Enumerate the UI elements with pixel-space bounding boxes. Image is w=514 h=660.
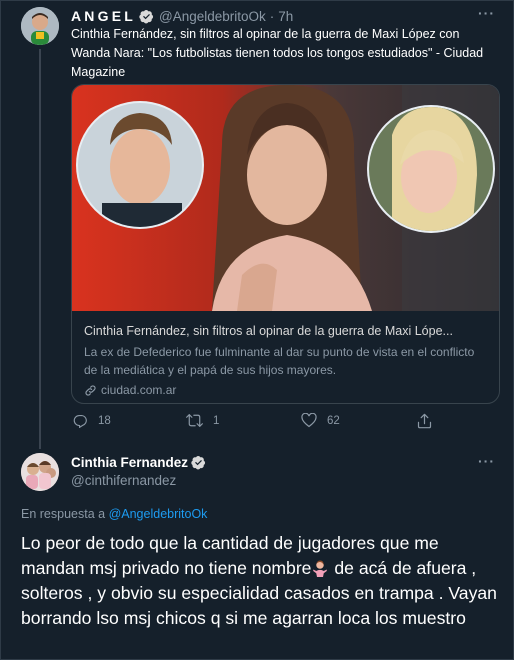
more-dots-icon[interactable]: ··· — [478, 5, 495, 21]
link-preview-description: La ex de Defederico fue fulminante al da… — [84, 345, 475, 377]
reply-icon — [73, 414, 87, 428]
link-preview-card[interactable]: Cinthia Fernández, sin filtros al opinar… — [71, 84, 500, 404]
parent-tweet-text: Cinthia Fernández, sin filtros al opinar… — [71, 27, 484, 79]
like-button[interactable]: 62 — [301, 413, 340, 428]
like-count: 62 — [327, 414, 340, 427]
reply-count: 18 — [98, 414, 111, 427]
link-preview-image — [72, 85, 499, 311]
link-preview-info: Cinthia Fernández, sin filtros al opinar… — [84, 322, 489, 399]
share-icon — [417, 413, 432, 429]
reply-tweet-text: Lo peor de todo que la cantidad de jugad… — [21, 531, 501, 631]
parent-tweet-time[interactable]: 7h — [278, 9, 293, 24]
thread-connector-line — [39, 49, 41, 449]
share-button[interactable] — [417, 413, 442, 429]
verified-badge-icon — [139, 9, 154, 23]
parent-author-name[interactable]: ANGEL — [71, 8, 136, 24]
reply-mention-link[interactable]: @AngeldebritoOk — [109, 507, 208, 521]
reply-author-row: Cinthia Fernandez — [71, 455, 211, 470]
link-preview-domain: ciudad.com.ar — [101, 383, 177, 397]
reply-author-handle[interactable]: @cinthifernandez — [71, 473, 176, 488]
more-dots-icon[interactable]: ··· — [478, 453, 495, 469]
reply-prefix: En respuesta a — [21, 507, 106, 521]
retweet-count: 1 — [213, 414, 220, 427]
retweet-icon — [186, 414, 203, 427]
reply-author-name[interactable]: Cinthia Fernandez — [71, 455, 188, 470]
header-separator: · — [269, 8, 275, 24]
link-preview-title: Cinthia Fernández, sin filtros al opinar… — [84, 324, 453, 338]
verified-badge-icon — [191, 455, 206, 470]
reply-context: En respuesta a @AngeldebritoOk — [21, 507, 207, 521]
parent-tweet-header: ANGEL @AngeldebritoOk · 7h — [71, 6, 293, 26]
retweet-button[interactable]: 1 — [186, 413, 219, 428]
link-preview-domain-row: ciudad.com.ar — [84, 381, 489, 399]
parent-author-handle[interactable]: @AngeldebritoOk — [159, 9, 266, 24]
person-shrugging-emoji — [313, 560, 328, 577]
link-icon — [85, 384, 96, 396]
avatar-angel[interactable] — [21, 7, 59, 45]
tweet-thread: ANGEL @AngeldebritoOk · 7h ··· Cinthia F… — [0, 0, 514, 660]
avatar-cinthia[interactable] — [21, 453, 59, 491]
reply-button[interactable]: 18 — [73, 413, 111, 428]
heart-icon — [301, 413, 317, 428]
parent-tweet-actions: 18 1 62 — [71, 413, 432, 431]
